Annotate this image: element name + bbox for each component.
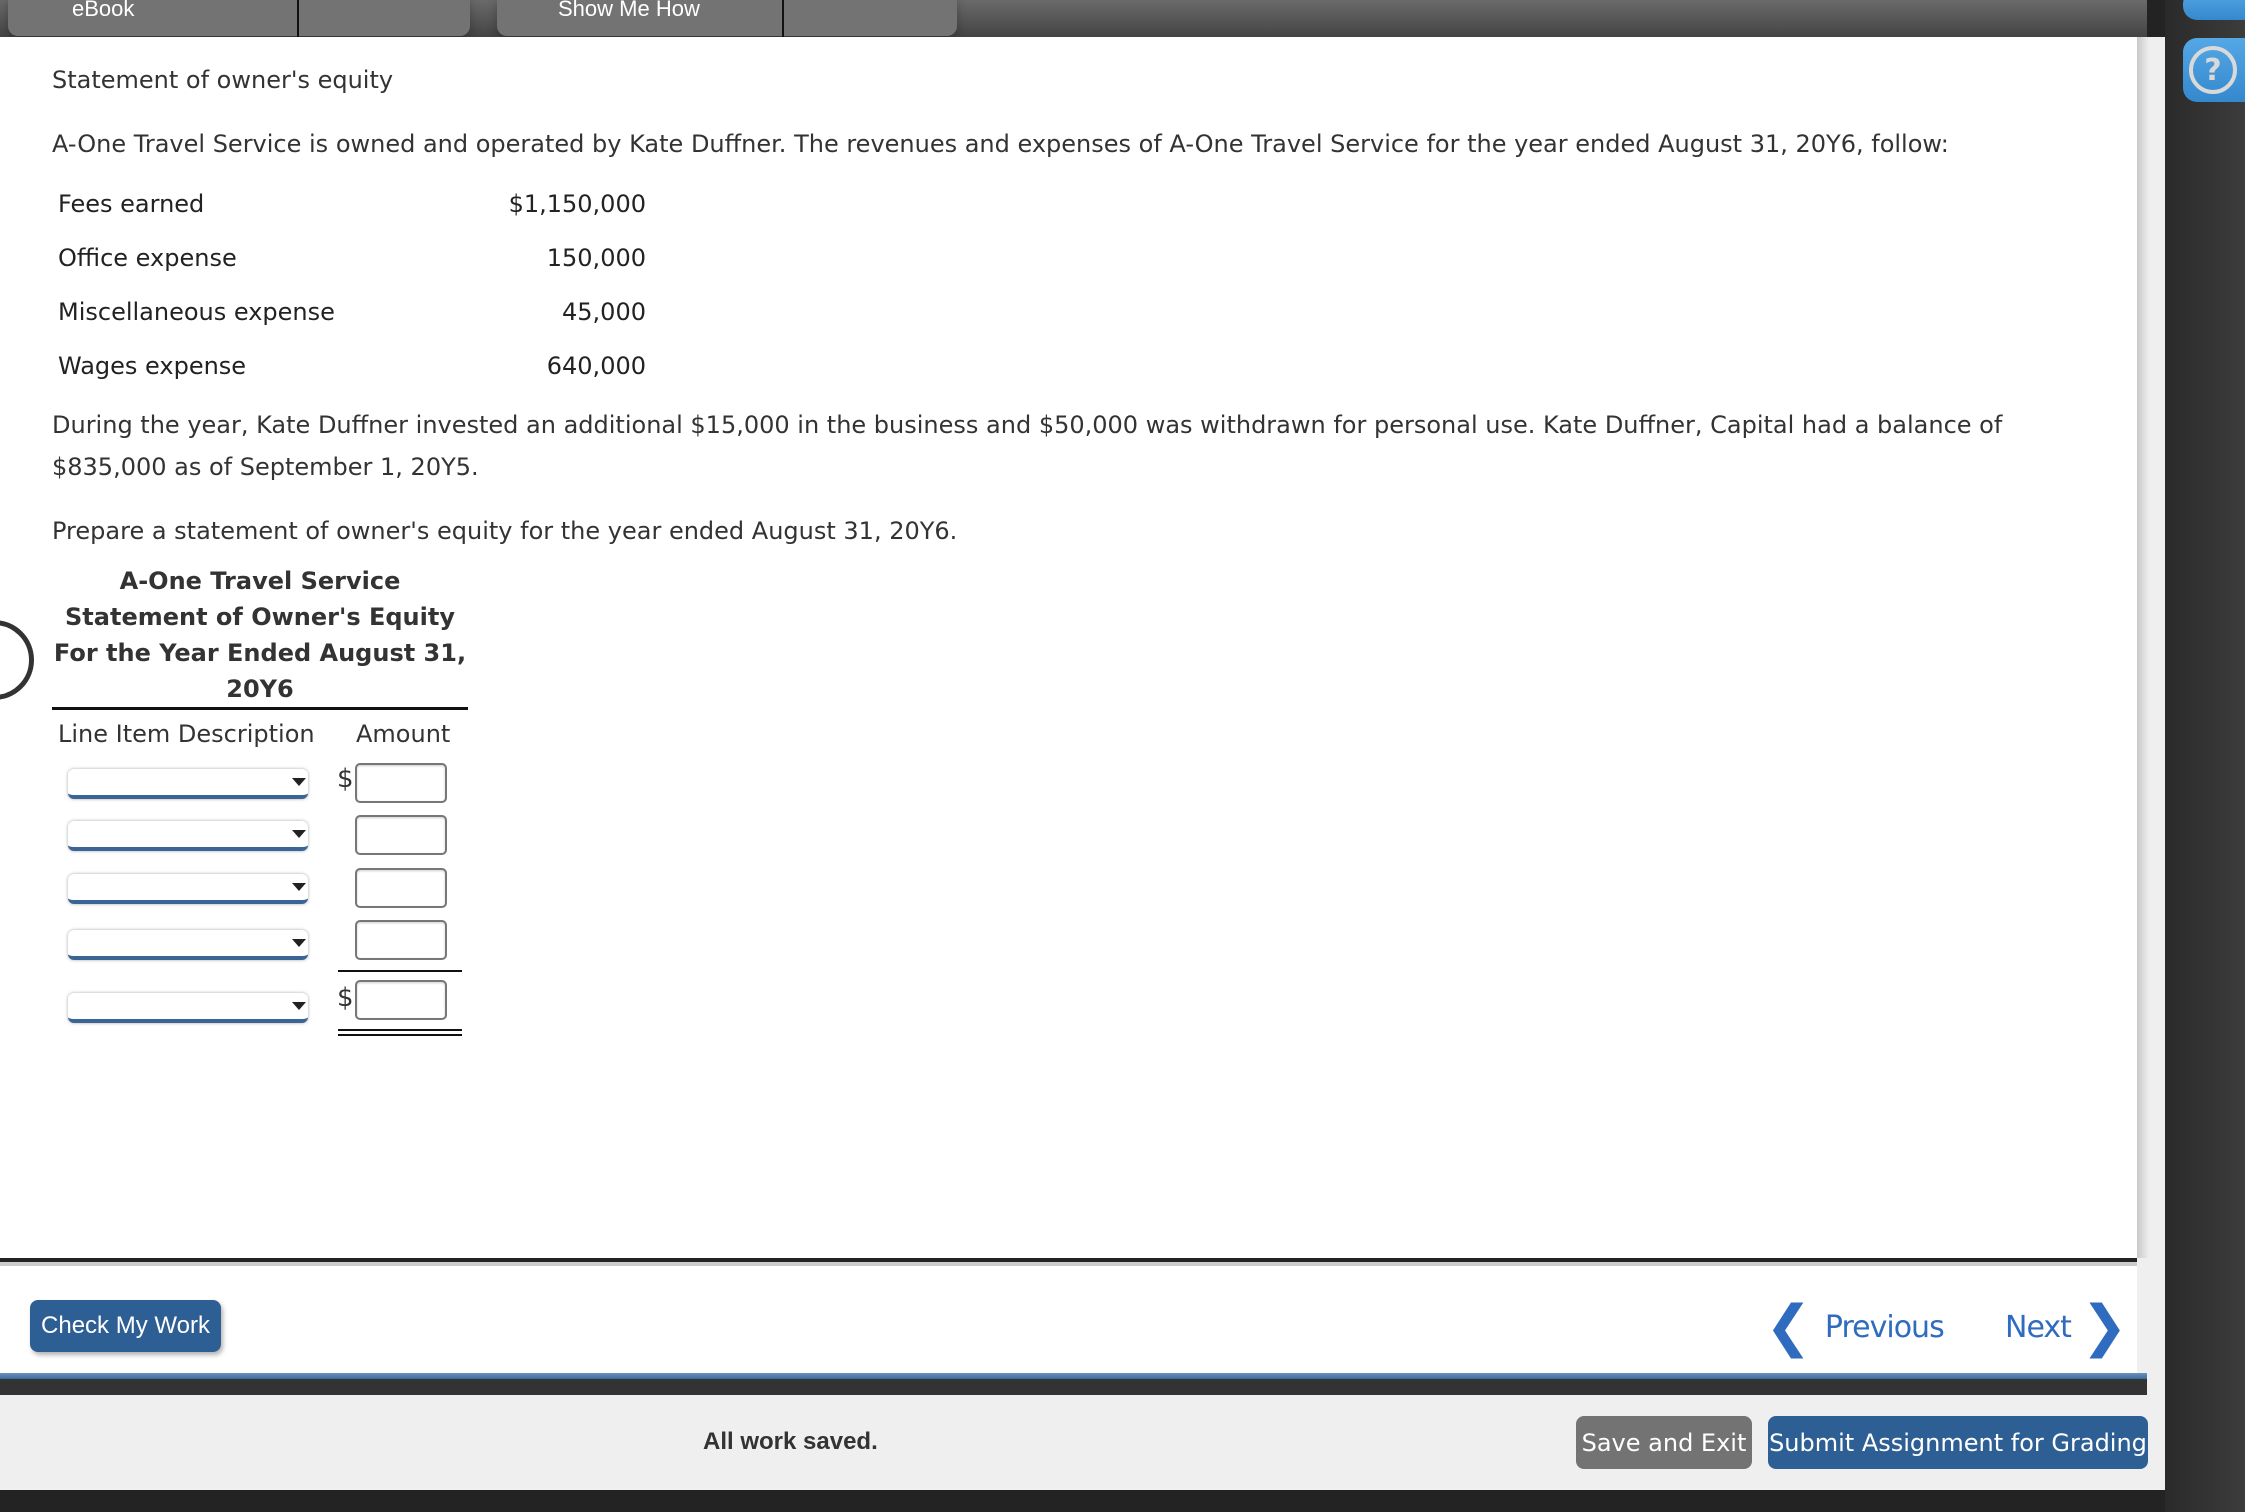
- heading-rule: [52, 707, 468, 710]
- chevron-left-icon: ❮: [1765, 1294, 1812, 1359]
- save-and-exit-button[interactable]: Save and Exit: [1576, 1416, 1752, 1469]
- help-icon: ?: [2189, 46, 2237, 94]
- amount-input[interactable]: [355, 763, 447, 803]
- dollar-sign: $: [337, 764, 354, 794]
- fin-label: Wages expense: [58, 352, 247, 380]
- right-sidebar: [2165, 0, 2245, 1512]
- tab-divider: [297, 0, 299, 38]
- amount-input[interactable]: [355, 920, 447, 960]
- top-toolbar: eBook Show Me How: [0, 0, 2147, 38]
- chevron-down-icon: [292, 1002, 306, 1010]
- fin-value: 150,000: [546, 244, 646, 272]
- amount-input[interactable]: [355, 815, 447, 855]
- chevron-right-icon: ❯: [2080, 1294, 2128, 1359]
- problem-intro: A-One Travel Service is owned and operat…: [52, 130, 1949, 158]
- amount-input[interactable]: [355, 868, 447, 908]
- check-my-work-button[interactable]: Check My Work: [30, 1300, 221, 1352]
- problem-detail-line2: $835,000 as of September 1, 20Y5.: [52, 453, 479, 481]
- fin-label: Fees earned: [58, 190, 205, 218]
- line-item-dropdown[interactable]: [68, 821, 308, 851]
- chevron-down-icon: [292, 883, 306, 891]
- line-item-dropdown[interactable]: [68, 993, 308, 1023]
- problem-detail-line1: During the year, Kate Duffner invested a…: [52, 411, 2003, 439]
- line-item-dropdown[interactable]: [68, 874, 308, 904]
- column-header-amount: Amount: [356, 720, 451, 748]
- footer-band: [0, 1379, 2147, 1395]
- tab-ebook-label: eBook: [72, 0, 135, 21]
- fin-value: $1,150,000: [508, 190, 646, 218]
- help-button[interactable]: ?: [2183, 38, 2245, 102]
- fin-label: Office expense: [58, 244, 237, 272]
- tab-ebook[interactable]: eBook: [8, 0, 470, 38]
- tab-divider: [782, 0, 784, 38]
- submit-assignment-button[interactable]: Submit Assignment for Grading: [1768, 1416, 2148, 1469]
- dollar-sign: $: [337, 983, 354, 1013]
- tool-button[interactable]: [2183, 0, 2245, 20]
- tab-show-me-how[interactable]: Show Me How: [497, 0, 957, 38]
- line-item-dropdown[interactable]: [68, 769, 308, 799]
- chevron-down-icon: [292, 830, 306, 838]
- line-item-dropdown[interactable]: [68, 930, 308, 960]
- previous-link[interactable]: ❮ Previous: [1765, 1294, 1945, 1359]
- save-status: All work saved.: [703, 1428, 878, 1455]
- statement-period-year: 20Y6: [226, 675, 294, 703]
- amount-input[interactable]: [355, 980, 447, 1020]
- subtotal-rule: [338, 970, 462, 972]
- fin-label: Miscellaneous expense: [58, 298, 335, 326]
- next-link[interactable]: Next ❯: [2005, 1294, 2128, 1359]
- total-double-rule: [338, 1029, 462, 1036]
- content-shadow: [2137, 37, 2149, 1258]
- problem-title: Statement of owner's equity: [52, 66, 394, 94]
- fin-value: 640,000: [546, 352, 646, 380]
- next-label: Next: [2005, 1309, 2072, 1345]
- tab-show-me-how-label: Show Me How: [558, 0, 700, 21]
- chevron-down-icon: [292, 939, 306, 947]
- statement-heading: A-One Travel Service Statement of Owner'…: [52, 563, 468, 707]
- problem-instruction: Prepare a statement of owner's equity fo…: [52, 517, 958, 545]
- column-header-description: Line Item Description: [58, 720, 315, 748]
- statement-company: A-One Travel Service: [119, 567, 401, 595]
- statement-period: For the Year Ended August 31,: [53, 639, 467, 667]
- statement-title: Statement of Owner's Equity: [65, 603, 455, 631]
- chevron-down-icon: [292, 778, 306, 786]
- previous-label: Previous: [1824, 1309, 1945, 1345]
- fin-value: 45,000: [562, 298, 646, 326]
